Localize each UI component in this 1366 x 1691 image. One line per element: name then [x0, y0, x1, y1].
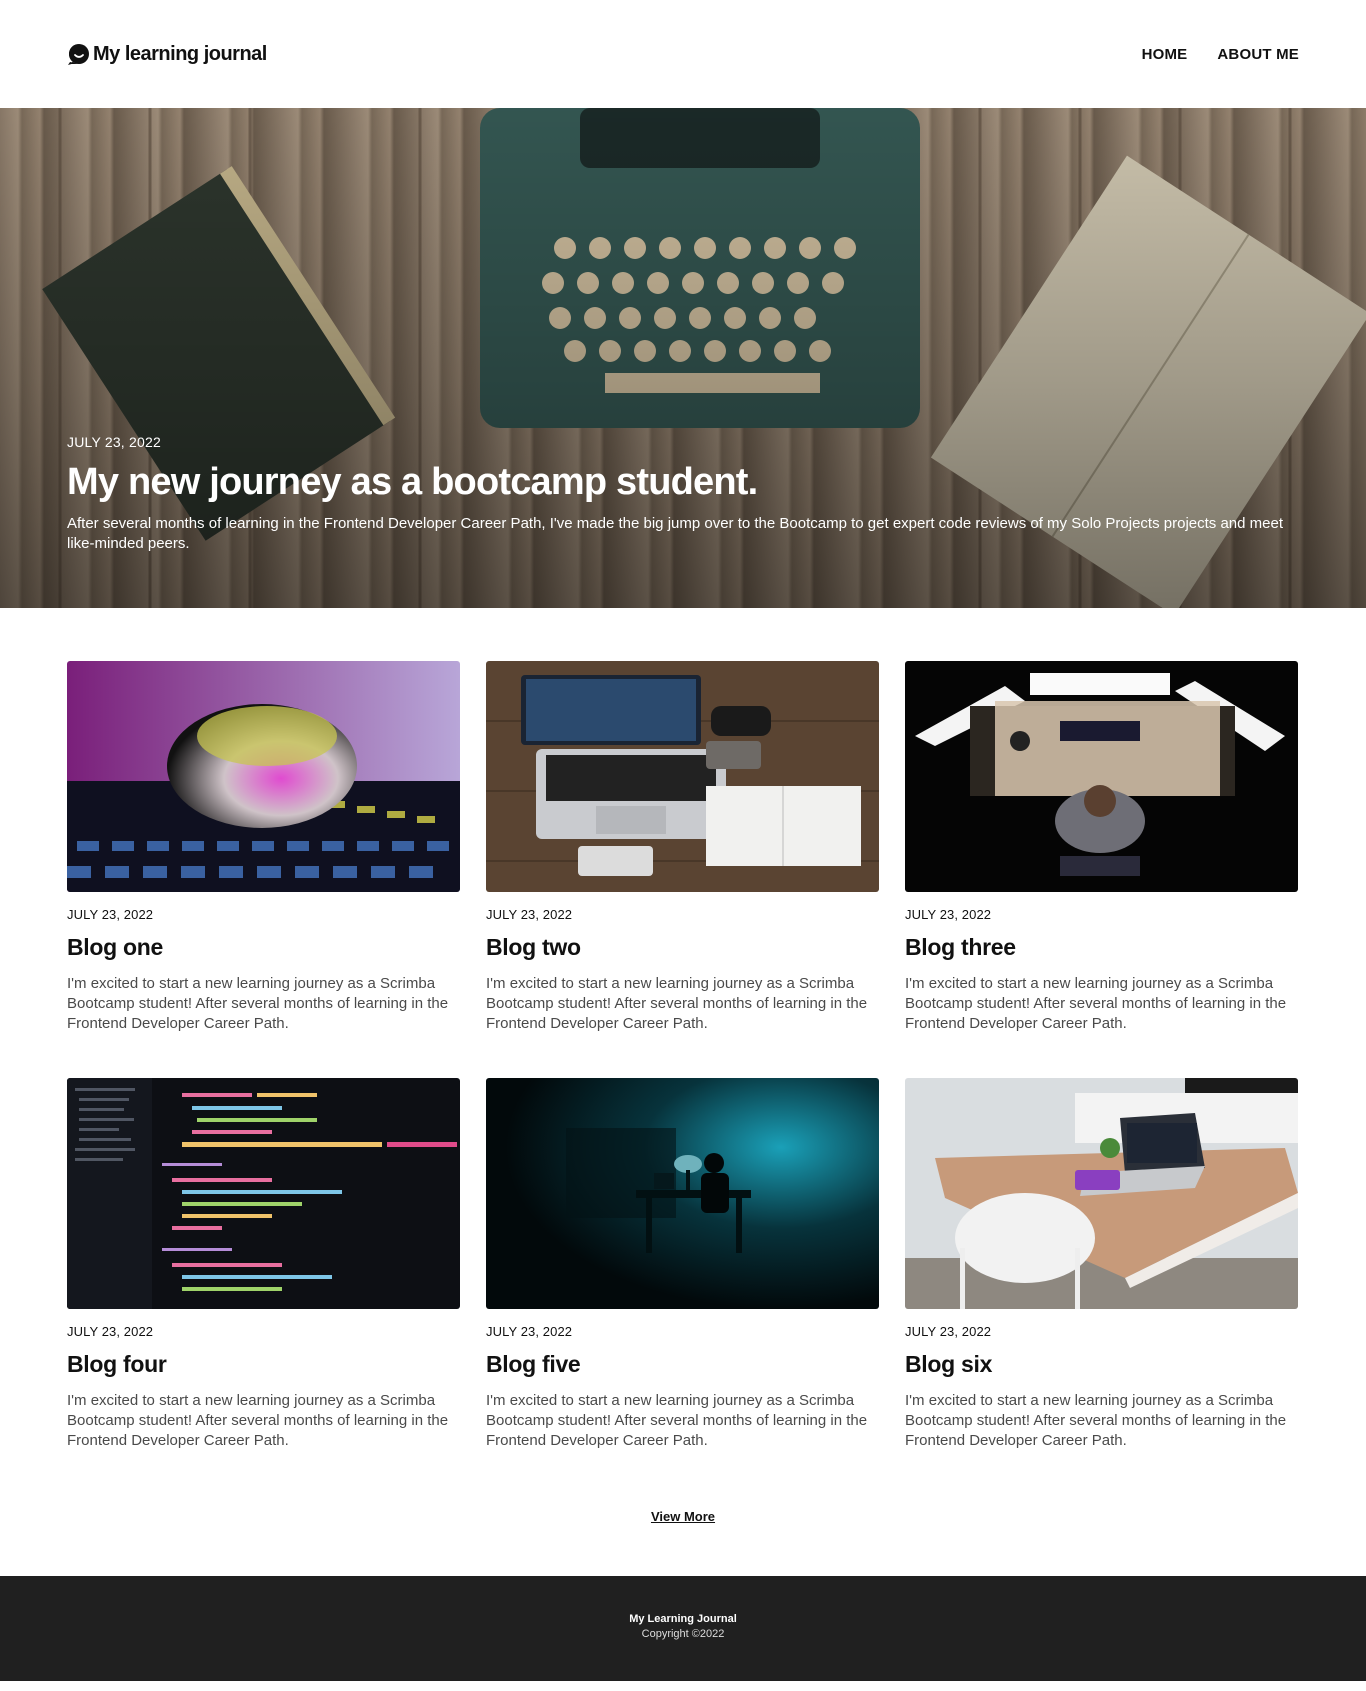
hero-description: After several months of learning in the … [67, 515, 1283, 552]
post-excerpt: I'm excited to start a new learning jour… [67, 975, 449, 1032]
post-excerpt: I'm excited to start a new learning jour… [486, 1392, 868, 1449]
hero-banner[interactable]: JULY 23, 2022 My new journey as a bootca… [0, 108, 1366, 608]
post-date: JULY 23, 2022 [905, 1324, 992, 1339]
laptop-desk-image [486, 661, 879, 892]
white-desk-image [905, 1078, 1298, 1309]
code-editor-image [67, 1078, 460, 1309]
hero-date: JULY 23, 2022 [67, 434, 161, 451]
dark-room-image [486, 1078, 879, 1309]
post-title[interactable]: Blog two [486, 934, 879, 961]
post-date: JULY 23, 2022 [905, 907, 992, 922]
nav-home[interactable]: HOME [1142, 46, 1188, 63]
post-thumbnail[interactable] [67, 661, 460, 892]
post-card[interactable]: JULY 23, 2022 Blog one I'm excited to st… [67, 661, 460, 1034]
post-card[interactable]: JULY 23, 2022 Blog three I'm excited to … [905, 661, 1298, 1034]
post-date: JULY 23, 2022 [67, 1324, 154, 1339]
brand-link[interactable]: My learning journal [67, 42, 267, 66]
crystal-ball-image [67, 661, 460, 892]
view-more-container: View More [0, 1451, 1366, 1576]
post-title[interactable]: Blog five [486, 1351, 879, 1378]
site-header: My learning journal HOME ABOUT ME [0, 0, 1366, 108]
footer-title: My Learning Journal [629, 1613, 737, 1625]
site-footer: My Learning Journal Copyright ©2022 [0, 1576, 1366, 1681]
brand-title: My learning journal [93, 42, 267, 65]
main-nav: HOME ABOUT ME [1142, 46, 1299, 63]
post-grid: JULY 23, 2022 Blog one I'm excited to st… [0, 608, 1366, 1451]
post-excerpt: I'm excited to start a new learning jour… [486, 975, 868, 1032]
post-title[interactable]: Blog six [905, 1351, 1298, 1378]
post-card[interactable]: JULY 23, 2022 Blog five I'm excited to s… [486, 1078, 879, 1451]
post-title[interactable]: Blog one [67, 934, 460, 961]
speech-bubble-smile-icon [67, 42, 91, 66]
post-thumbnail[interactable] [486, 1078, 879, 1309]
post-title[interactable]: Blog four [67, 1351, 460, 1378]
nav-about-me[interactable]: ABOUT ME [1217, 46, 1299, 63]
post-thumbnail[interactable] [905, 661, 1298, 892]
post-date: JULY 23, 2022 [486, 907, 573, 922]
post-date: JULY 23, 2022 [67, 907, 154, 922]
hero-title: My new journey as a bootcamp student. [67, 461, 758, 504]
post-title[interactable]: Blog three [905, 934, 1298, 961]
post-excerpt: I'm excited to start a new learning jour… [905, 975, 1287, 1032]
post-excerpt: I'm excited to start a new learning jour… [905, 1392, 1287, 1449]
post-card[interactable]: JULY 23, 2022 Blog four I'm excited to s… [67, 1078, 460, 1451]
hero-content: JULY 23, 2022 My new journey as a bootca… [67, 434, 1299, 554]
view-more-link[interactable]: View More [651, 1509, 715, 1524]
post-date: JULY 23, 2022 [486, 1324, 573, 1339]
post-excerpt: I'm excited to start a new learning jour… [67, 1392, 449, 1449]
post-card[interactable]: JULY 23, 2022 Blog six I'm excited to st… [905, 1078, 1298, 1451]
post-thumbnail[interactable] [486, 661, 879, 892]
footer-copyright: Copyright ©2022 [641, 1628, 725, 1640]
post-card[interactable]: JULY 23, 2022 Blog two I'm excited to st… [486, 661, 879, 1034]
post-thumbnail[interactable] [905, 1078, 1298, 1309]
three-monitors-image [905, 661, 1298, 892]
post-thumbnail[interactable] [67, 1078, 460, 1309]
